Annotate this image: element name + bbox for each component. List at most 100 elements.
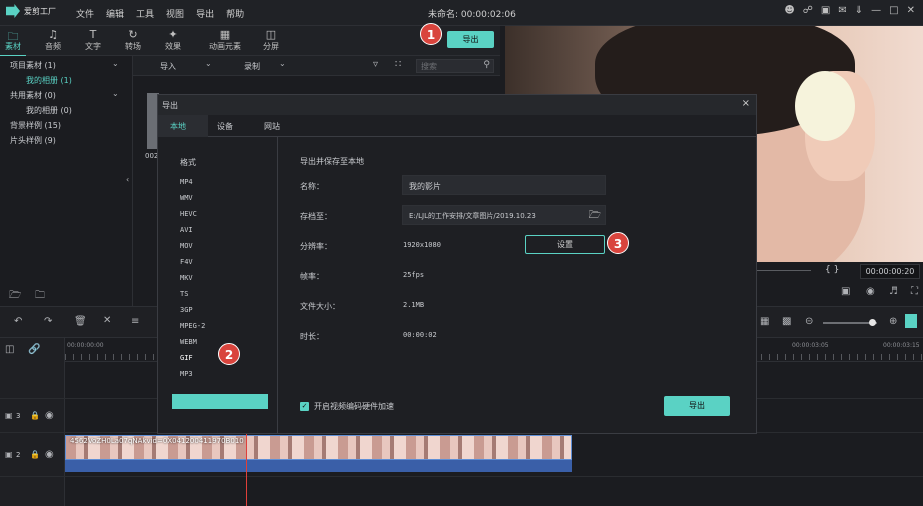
cart-icon[interactable]: ☍ <box>803 5 813 16</box>
redo-icon[interactable]: ↷ <box>44 316 52 327</box>
settings-button[interactable]: 设置 <box>525 235 605 254</box>
collapse-arrow-icon[interactable]: ‹ <box>126 175 129 184</box>
minimize-icon[interactable]: — <box>871 5 881 16</box>
duration-value: 00:00:02 <box>403 331 437 339</box>
lib-my-album[interactable]: 我的相册 (1) <box>26 75 72 86</box>
name-input[interactable]: 我的影片 <box>402 175 606 195</box>
fit-icon[interactable]: ▩ <box>782 316 791 327</box>
menu-edit[interactable]: 编辑 <box>106 7 124 20</box>
timeline-settings-button[interactable] <box>905 314 917 328</box>
lib-shared-media[interactable]: 共用素材 (0) <box>10 90 56 101</box>
fullscreen-icon[interactable]: ⛶ <box>911 286 918 297</box>
format-avi[interactable]: AVI <box>180 226 193 234</box>
hw-accel-checkbox[interactable]: ✓ <box>300 402 309 411</box>
menu-file[interactable]: 文件 <box>76 7 94 20</box>
format-wmv[interactable]: WMV <box>180 194 193 202</box>
save-icon[interactable]: ▣ <box>821 5 830 16</box>
chevron-down-icon[interactable]: ⌄ <box>112 89 119 98</box>
eye-icon[interactable]: ◉ <box>45 410 54 421</box>
record-dropdown[interactable]: 录制 <box>244 61 260 72</box>
tab-website[interactable]: 网站 <box>264 121 280 132</box>
tab-device[interactable]: 设备 <box>217 121 233 132</box>
music-icon: ♫ <box>48 28 58 41</box>
mark-in-out-icon[interactable]: { } <box>825 265 839 275</box>
format-mov[interactable]: MOV <box>180 242 193 250</box>
filter-icon[interactable]: ▿ <box>373 59 378 70</box>
lib-background-samples[interactable]: 背景样例 (15) <box>10 120 61 131</box>
tool-media[interactable]: 🗀 素材 <box>0 28 30 57</box>
add-track-icon[interactable]: ◫ <box>5 344 14 355</box>
dialog-export-button[interactable]: 导出 <box>664 396 730 416</box>
format-f4v[interactable]: F4V <box>180 258 193 266</box>
tab-local[interactable]: 本地 <box>170 121 186 132</box>
undo-icon[interactable]: ↶ <box>14 316 22 327</box>
hw-accel-label: 开启视频编码硬件加速 <box>314 402 394 411</box>
chevron-down-icon[interactable]: ⌄ <box>205 59 212 68</box>
eye-icon[interactable]: ◉ <box>45 449 54 460</box>
volume-icon[interactable]: ♬ <box>889 286 898 297</box>
badge-3: 3 <box>607 232 629 254</box>
menu-tools[interactable]: 工具 <box>136 7 154 20</box>
new-folder-icon[interactable]: 🗁 <box>9 288 21 305</box>
top-export-button[interactable]: 导出 <box>447 31 494 48</box>
lock-icon[interactable]: 🔒 <box>30 411 40 420</box>
menu-export[interactable]: 导出 <box>196 7 214 20</box>
search-input[interactable]: 搜索 ⚲ <box>416 59 494 73</box>
zoom-in-icon[interactable]: ⊕ <box>889 316 897 327</box>
lib-intro-samples[interactable]: 片头样例 (9) <box>10 135 56 146</box>
user-icon[interactable]: ☻ <box>784 5 794 16</box>
format-selected-highlight <box>172 394 268 409</box>
adjust-icon[interactable]: ≡ <box>131 316 139 327</box>
format-list: 格式 MP4 WMV HEVC AVI MOV F4V MKV TS 3GP M… <box>158 137 278 433</box>
tool-elements[interactable]: ▦ 动画元素 <box>205 28 245 52</box>
import-dropdown[interactable]: 导入 <box>160 61 176 72</box>
delete-icon[interactable]: 🗑 <box>74 316 87 327</box>
menu-help[interactable]: 帮助 <box>226 7 244 20</box>
marker-icon[interactable]: ▦ <box>760 316 769 327</box>
tool-effects[interactable]: ✦ 效果 <box>156 28 190 52</box>
dialog-title: 导出 <box>162 101 178 110</box>
image-icon: ▦ <box>219 28 231 41</box>
delete-folder-icon[interactable]: 🗀 <box>35 288 45 305</box>
format-mpeg2[interactable]: MPEG-2 <box>180 322 205 330</box>
menu-view[interactable]: 视图 <box>166 7 184 20</box>
cut-icon[interactable]: ✕ <box>103 315 111 326</box>
link-icon[interactable]: 🔗 <box>28 344 40 355</box>
format-gif[interactable]: GIF <box>180 354 193 362</box>
download-icon[interactable]: ⇓ <box>855 5 863 16</box>
lib-shared-album[interactable]: 我的相册 (0) <box>26 105 72 116</box>
format-mp4[interactable]: MP4 <box>180 178 193 186</box>
format-ts[interactable]: TS <box>180 290 188 298</box>
lib-project-media[interactable]: 项目素材 (1) <box>10 60 56 71</box>
folder-icon[interactable]: 🗁 <box>589 208 601 225</box>
path-label: 存档至： <box>300 212 332 221</box>
zoom-slider-handle[interactable] <box>869 319 876 326</box>
format-webm[interactable]: WEBM <box>180 338 197 346</box>
track-headers: ◫ 🔗 ▣ 3 🔒 ◉ ▣ 2 🔒 ◉ <box>0 338 65 506</box>
tool-audio[interactable]: ♫ 音频 <box>36 28 70 52</box>
mail-icon[interactable]: ✉ <box>838 5 846 16</box>
monitor-icon[interactable]: ▣ <box>841 286 850 297</box>
format-hevc[interactable]: HEVC <box>180 210 197 218</box>
format-3gp[interactable]: 3GP <box>180 306 193 314</box>
folder-icon: 🗀 <box>7 30 19 43</box>
audio-waveform[interactable] <box>65 460 572 472</box>
format-mp3[interactable]: MP3 <box>180 370 193 378</box>
tool-splitscreen[interactable]: ◫ 分屏 <box>254 28 288 52</box>
format-mkv[interactable]: MKV <box>180 274 193 282</box>
grid-icon[interactable]: ∷ <box>395 59 401 70</box>
chevron-down-icon[interactable]: ⌄ <box>279 59 286 68</box>
lock-icon[interactable]: 🔒 <box>30 450 40 459</box>
tool-transition[interactable]: ↻ 转场 <box>116 28 150 52</box>
camera-icon[interactable]: ◉ <box>866 286 875 297</box>
window-title: 未命名: 00:00:02:06 <box>428 10 516 20</box>
tool-text[interactable]: T 文字 <box>76 28 110 52</box>
close-icon[interactable]: ✕ <box>907 5 915 16</box>
zoom-out-icon[interactable]: ⊝ <box>805 316 813 327</box>
path-input[interactable]: E:/LJL的工作安排/文章图片/2019.10.23 🗁 <box>402 205 606 225</box>
preview-scrubber[interactable] <box>755 270 811 271</box>
search-icon[interactable]: ⚲ <box>483 60 490 70</box>
close-icon[interactable]: × <box>742 98 750 109</box>
chevron-down-icon[interactable]: ⌄ <box>112 59 119 68</box>
maximize-icon[interactable]: □ <box>889 5 898 16</box>
